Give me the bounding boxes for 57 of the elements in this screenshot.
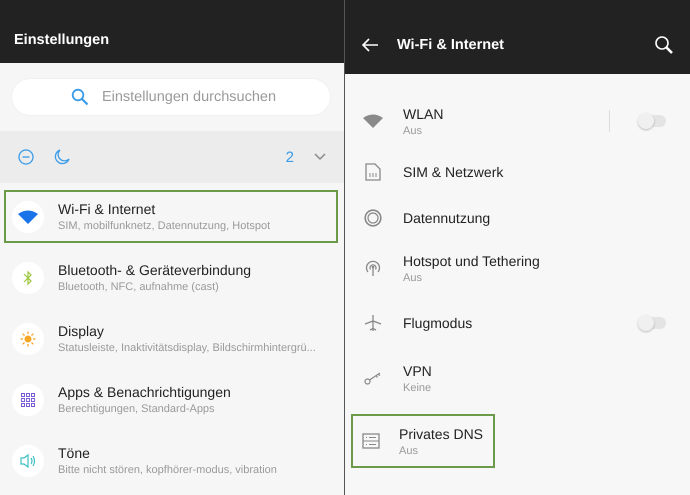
item-title: Hotspot und Tethering [403,252,541,268]
sim-card-icon [365,163,381,181]
moon-icon[interactable] [54,149,70,166]
settings-item[interactable]: WLAN Aus [351,94,690,148]
settings-item[interactable]: Datennutzung [351,195,690,241]
item-subtitle: Aus [403,124,423,136]
settings-item[interactable]: Display Statusleiste, Inaktivitätsdisplay, Bildschirmhintergrü... [4,312,338,365]
item-subtitle: Bitte nicht stören, kopfhörer-modus, vibration [58,464,277,476]
item-subtitle: Keine [403,382,432,394]
wifi-icon [18,210,38,224]
do-not-disturb-icon[interactable] [18,149,34,166]
item-subtitle: Bluetooth, NFC, aufnahme (cast) [58,281,220,293]
item-title: Wi-Fi & Internet [58,201,156,217]
sun-icon [20,330,36,346]
item-subtitle: Aus [403,272,423,284]
grid-icon [21,392,35,406]
item-title: Privates DNS [399,426,484,442]
item-subtitle: Berechtigungen, Standard-Apps [58,403,216,415]
toggle-switch[interactable] [640,115,666,127]
screen-title: Wi-Fi & Internet [397,37,504,53]
speaker-icon [20,452,36,468]
search-field[interactable]: Einstellungen durchsuchen [12,79,330,116]
bluetooth-icon [23,270,33,286]
settings-item[interactable]: Apps & Benachrichtigungen Berechtigungen, Standard-Apps [4,373,338,426]
settings-item[interactable]: SIM & Netzwerk [351,149,690,195]
back-arrow-icon[interactable] [361,38,379,52]
data-usage-icon [364,209,382,227]
item-title: SIM & Netzwerk [403,164,504,180]
chevron-down-icon[interactable] [314,153,326,162]
item-title: VPN [403,362,433,378]
server-icon [362,433,380,449]
settings-item[interactable]: Wi-Fi & Internet SIM, mobilfunknetz, Datennutzung, Hotspot [4,190,338,243]
settings-item[interactable]: VPN Keine [351,351,690,405]
count-label: 2 [286,148,294,166]
wifi-icon [363,114,383,128]
settings-item[interactable]: Privates DNS Aus [351,414,495,468]
item-title: Apps & Benachrichtigungen [58,384,231,400]
toggle-switch[interactable] [640,317,666,329]
search-icon[interactable] [654,35,674,55]
screen-title: Einstellungen [14,32,110,48]
item-title: WLAN [403,106,444,122]
item-subtitle: Statusleiste, Inaktivitätsdisplay, Bildschirmhintergrü... [58,342,316,354]
item-subtitle: SIM, mobilfunknetz, Datennutzung, Hotspot [58,220,270,232]
settings-item[interactable]: Bluetooth- & Geräteverbindung Bluetooth, NFC, aufnahme (cast) [4,251,338,304]
item-title: Datennutzung [403,210,492,226]
search-icon [71,88,89,106]
settings-item[interactable]: Töne Bitte nicht stören, kopfhörer-modus, vibration [4,434,338,487]
item-title: Töne [58,445,91,461]
item-title: Display [58,323,105,339]
airplane-icon [364,314,382,332]
hotspot-icon [364,259,382,277]
item-title: Bluetooth- & Geräteverbindung [58,262,252,278]
settings-item[interactable]: Hotspot und Tethering Aus [351,241,690,295]
item-title: Flugmodus [403,315,474,331]
settings-item[interactable]: Flugmodus [351,296,690,350]
item-subtitle: Aus [399,444,419,456]
key-icon [364,371,382,385]
